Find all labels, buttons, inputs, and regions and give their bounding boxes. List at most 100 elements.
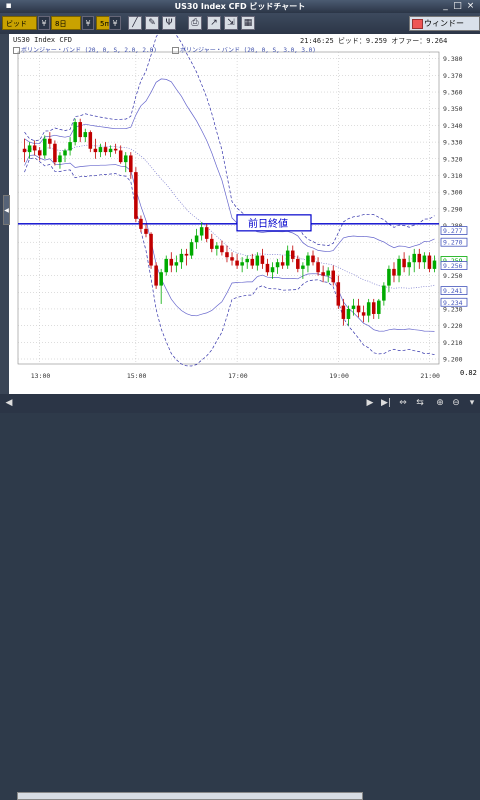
candle-body xyxy=(432,260,437,269)
candle-body xyxy=(366,302,371,316)
maximize-icon[interactable]: □ xyxy=(452,1,463,11)
candle-body xyxy=(356,305,361,313)
chevron-down-icon[interactable]: ¥ xyxy=(109,16,121,30)
candle-body xyxy=(285,250,290,266)
candle-body xyxy=(382,285,386,301)
chevron-down-icon[interactable]: ¥ xyxy=(82,16,94,30)
close-icon[interactable]: × xyxy=(465,1,476,11)
legend-bollinger-1[interactable]: ボリンジャー・バンド (20, 0, S, 2.0, 2.0) xyxy=(13,45,157,54)
candle-body xyxy=(377,300,381,314)
candle-body xyxy=(194,235,199,243)
fork-tool-icon[interactable]: Ψ xyxy=(162,16,176,30)
candle-body xyxy=(341,305,346,319)
symbol-label: US30 Index CFD xyxy=(13,36,73,44)
candle-body xyxy=(68,142,72,151)
candle-body xyxy=(93,148,98,153)
pen-tool-icon[interactable]: ✎ xyxy=(145,16,159,30)
candle-body xyxy=(311,255,315,263)
title-bar[interactable]: ▪ US30 Index CFD ビッドチャート _ □ × xyxy=(0,0,480,13)
status-bar: ◀ ▶ ▶| ⇔ ⇆ ⊕ ⊖ ▾ xyxy=(0,394,480,800)
y-tick-label: 9.340 xyxy=(443,122,463,130)
candle-body xyxy=(336,282,341,306)
candle-body xyxy=(240,262,244,266)
candle-body xyxy=(149,233,153,266)
fit-icon[interactable]: ⇔ xyxy=(397,397,409,409)
price-chart[interactable]: 9.380 9.370 9.360 9.350 9.340 9.330 9.320 9.310… xyxy=(9,26,480,394)
x-tick-label: 17:00 xyxy=(228,372,248,380)
candle-body xyxy=(417,253,422,263)
y-tick-label: 9.330 xyxy=(443,139,463,147)
candle-body xyxy=(220,245,224,253)
candle-body xyxy=(43,138,47,156)
scroll-end-icon[interactable]: ▶| xyxy=(380,397,392,409)
candle-body xyxy=(164,258,169,273)
compress-icon[interactable]: ⇆ xyxy=(414,397,426,409)
zoom-out-icon[interactable]: ⊖ xyxy=(450,397,462,409)
candle-body xyxy=(53,143,57,163)
candle-body xyxy=(98,147,103,153)
candle-body xyxy=(184,253,189,256)
legend-checkbox[interactable] xyxy=(172,47,179,54)
chart-menu-icon[interactable]: ▾ xyxy=(466,397,478,409)
candle-body xyxy=(387,268,391,286)
scroll-left-icon[interactable]: ◀ xyxy=(3,397,15,409)
candle-body xyxy=(296,258,300,269)
candle-body xyxy=(230,257,234,261)
y-tick-label: 9.200 xyxy=(443,355,463,363)
window-menu-button[interactable]: ウィンドー xyxy=(409,16,480,31)
y-tick-label: 9.290 xyxy=(443,205,463,213)
indicator-icon[interactable]: ↗ xyxy=(207,16,221,30)
period-select[interactable]: 8日 xyxy=(51,16,81,30)
side-panel-toggle[interactable]: ◀ xyxy=(3,195,10,225)
candle-body xyxy=(392,268,396,276)
candle-body xyxy=(321,272,325,276)
y-tick-label: 9.370 xyxy=(443,72,463,80)
zoom-in-icon[interactable]: ⊕ xyxy=(434,397,446,409)
candle-body xyxy=(280,262,285,266)
trendline-tool-icon[interactable]: ╱ xyxy=(128,16,142,30)
chevron-down-icon[interactable]: ¥ xyxy=(38,16,50,30)
x-tick-label: 21:00 xyxy=(420,372,440,380)
candle-body xyxy=(361,312,366,316)
candle-body xyxy=(250,258,255,266)
window-icon xyxy=(412,19,423,29)
candle-body xyxy=(427,255,432,269)
candle-body xyxy=(346,308,351,319)
quote-readout: 21:46:25 ビッド：9.259 オファー：9.264 xyxy=(300,36,447,46)
chart-window: ▪ US30 Index CFD ビッドチャート _ □ × ビッド ¥ 8日 … xyxy=(0,0,480,800)
legend-checkbox[interactable] xyxy=(13,47,20,54)
y-tick-label: 9.310 xyxy=(443,172,463,180)
candle-body xyxy=(118,150,123,163)
y-tick-label: 9.360 xyxy=(443,89,463,97)
price-type-select[interactable]: ビッド xyxy=(2,16,37,30)
candle-body xyxy=(412,253,416,263)
export-icon[interactable]: ⇲ xyxy=(224,16,238,30)
candle-body xyxy=(179,253,184,263)
candle-body xyxy=(48,138,52,144)
candle-body xyxy=(37,150,42,156)
y-tick-label: 9.320 xyxy=(443,155,463,163)
candle-body xyxy=(189,242,194,256)
horizontal-scrollbar[interactable] xyxy=(17,792,363,800)
x-tick-label: 19:00 xyxy=(329,372,349,380)
candle-body xyxy=(88,132,93,149)
grid-icon[interactable]: ▦ xyxy=(241,16,255,30)
candle-body xyxy=(83,132,88,138)
chart-area[interactable]: 9.380 9.370 9.360 9.350 9.340 9.330 9.320 9.310… xyxy=(9,26,480,394)
candle-body xyxy=(225,252,229,258)
candle-body xyxy=(129,155,133,173)
candle-body xyxy=(113,148,118,151)
legend-bollinger-2[interactable]: ボリンジャー・バンド (20, 0, S, 3.0, 3.0) xyxy=(172,45,316,54)
minimize-icon[interactable]: _ xyxy=(440,1,451,11)
candle-body xyxy=(402,258,406,268)
window-title: US30 Index CFD ビッドチャート xyxy=(174,2,306,11)
time-readout: 21:46:25 xyxy=(300,37,334,45)
candle-body xyxy=(290,250,295,259)
candle-body xyxy=(331,270,336,283)
scroll-right-icon[interactable]: ▶ xyxy=(364,397,376,409)
plot-frame xyxy=(17,51,440,365)
candle-body xyxy=(103,147,108,153)
print-icon[interactable]: ⎙ xyxy=(188,16,202,30)
candle-body xyxy=(351,305,356,309)
candle-body xyxy=(275,262,280,268)
